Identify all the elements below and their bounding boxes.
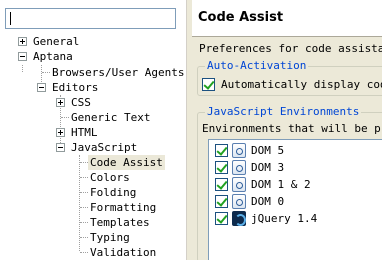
page-title: Code Assist — [198, 10, 284, 25]
env-checkbox[interactable] — [215, 212, 228, 225]
preference-tree-panel: General Aptana Browsers/User Agents Edit… — [0, 0, 186, 260]
collapse-icon[interactable] — [37, 83, 46, 92]
auto-activation-group-title: Auto-Activation — [205, 59, 309, 72]
env-checkbox[interactable] — [215, 161, 228, 174]
env-checkbox[interactable] — [215, 195, 228, 208]
collapse-icon[interactable] — [56, 143, 65, 152]
collapse-icon[interactable] — [18, 52, 27, 61]
dom-icon — [232, 194, 246, 209]
jquery-icon — [232, 211, 246, 226]
javascript-environments-group-title: JavaScript Environments — [205, 105, 362, 118]
filter-input[interactable] — [5, 8, 176, 29]
expand-icon[interactable] — [56, 98, 65, 107]
auto-display-checkbox[interactable] — [202, 78, 215, 91]
env-checkbox[interactable] — [215, 178, 228, 191]
environments-description: Environments that will be pre — [202, 122, 382, 135]
expand-icon[interactable] — [18, 37, 27, 46]
environments-list[interactable]: DOM 5 DOM 3 DOM 1 & 2 DOM 0 jQuery 1.4 — [208, 139, 382, 260]
env-checkbox[interactable] — [215, 144, 228, 157]
preferences-description: Preferences for code assistance — [199, 42, 382, 55]
expand-icon[interactable] — [56, 128, 65, 137]
page-header: Code Assist — [192, 0, 382, 37]
dom-icon — [232, 160, 246, 175]
text-caret — [10, 12, 11, 25]
dom-icon — [232, 143, 246, 158]
preference-page: Code Assist Preferences for code assista… — [192, 0, 382, 260]
dom-icon — [232, 177, 246, 192]
auto-display-label: Automatically display code — [221, 78, 382, 91]
